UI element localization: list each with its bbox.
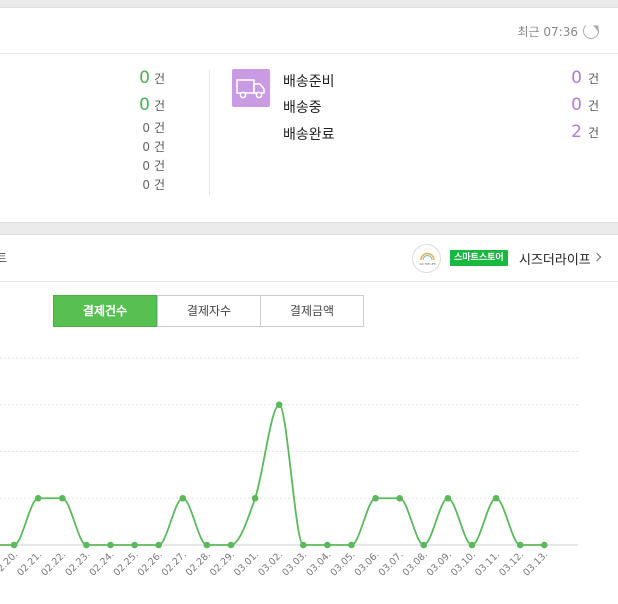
count-row[interactable]: 0 건 [120, 157, 180, 175]
count-row[interactable]: 0 건 [120, 95, 180, 115]
count-row[interactable]: 0 건 [120, 176, 180, 194]
count-value: 2 [571, 122, 582, 142]
order-status-panel: 최근 07:36 0 건 0 건 0 건 0 건 0 건 0 건 배송준비 배송… [0, 7, 618, 223]
x-tick-label: 03.09. [425, 549, 454, 578]
x-tick-label: 02.26. [136, 549, 165, 578]
data-point[interactable] [420, 541, 428, 549]
delivery-complete-count[interactable]: 2 건 [552, 122, 612, 142]
last-updated-time: 최근 07:36 [517, 25, 578, 39]
count-row[interactable]: 0 건 [120, 138, 180, 156]
count-value: 0 [142, 140, 150, 154]
data-point[interactable] [348, 541, 355, 549]
x-tick-label: 02.28. [184, 549, 213, 578]
data-point[interactable] [10, 541, 18, 549]
x-tick-label: 03.10. [449, 549, 478, 578]
data-point[interactable] [227, 541, 235, 549]
x-tick-label: 02.21. [15, 549, 44, 578]
x-tick-label: 03.06. [353, 549, 382, 578]
x-tick-label: 03.05. [328, 549, 357, 578]
data-point[interactable] [492, 494, 500, 502]
delivery-preparing-label: 배송준비 [283, 74, 335, 90]
count-unit: 건 [154, 178, 166, 192]
count-unit: 건 [154, 121, 166, 135]
delivery-shipping-count[interactable]: 0 건 [552, 95, 612, 115]
count-value: 0 [571, 95, 582, 115]
count-value: 0 [142, 178, 150, 192]
count-unit: 건 [154, 99, 166, 113]
data-point[interactable] [324, 541, 331, 549]
data-point[interactable] [372, 494, 379, 502]
x-tick-label: 03.01. [232, 549, 261, 578]
data-point[interactable] [468, 541, 476, 549]
x-tick-label: 03.13. [521, 549, 550, 578]
x-tick-label: 02.29. [208, 549, 237, 578]
data-point[interactable] [59, 494, 66, 502]
delivery-shipping-label: 배송중 [283, 100, 322, 116]
count-unit: 건 [588, 99, 600, 113]
data-point[interactable] [396, 494, 404, 502]
count-value: 0 [142, 121, 150, 135]
refresh-icon[interactable] [583, 23, 599, 39]
count-unit: 건 [588, 126, 600, 140]
x-tick-label: 02.23. [63, 549, 92, 578]
delivery-preparing-count[interactable]: 0 건 [552, 68, 612, 88]
data-point[interactable] [300, 541, 307, 549]
delivery-truck-icon [232, 69, 270, 107]
x-tick-label: 03.03. [280, 549, 309, 578]
column-divider [209, 70, 210, 195]
data-point[interactable] [107, 541, 114, 549]
x-tick-label: 02.24. [87, 549, 116, 578]
x-tick-label: 02.25. [112, 549, 141, 578]
payment-line-chart: 02.19.02.20.02.21.02.22.02.23.02.24.02.2… [0, 357, 578, 578]
x-tick-label: 03.02. [256, 549, 285, 578]
count-unit: 건 [588, 72, 600, 86]
x-tick-label: 03.08. [401, 549, 430, 578]
x-tick-label: 02.22. [39, 549, 68, 578]
count-unit: 건 [154, 140, 166, 154]
data-point[interactable] [203, 541, 211, 549]
data-point[interactable] [516, 541, 524, 549]
data-point[interactable] [251, 494, 259, 502]
stats-panel: 트 SIZ THE LIFE 스마트스토어 시즈더라이프 결제건수 결제자수 결… [0, 234, 618, 604]
data-point[interactable] [541, 541, 548, 549]
x-tick-label: 03.11. [473, 549, 502, 578]
data-point[interactable] [444, 494, 452, 502]
count-unit: 건 [154, 159, 166, 173]
series-line [0, 403, 545, 546]
data-point[interactable] [131, 541, 138, 549]
count-value: 0 [139, 68, 150, 88]
count-value: 0 [571, 68, 582, 88]
data-point[interactable] [83, 541, 90, 549]
count-unit: 건 [154, 72, 166, 86]
count-row[interactable]: 0 건 [120, 119, 180, 137]
delivery-complete-label: 배송완료 [283, 127, 335, 143]
data-point[interactable] [275, 401, 283, 409]
x-tick-label: 03.12. [497, 549, 526, 578]
x-tick-label: 03.07. [377, 549, 406, 578]
count-row[interactable]: 0 건 [120, 68, 180, 88]
panel-header: 최근 07:36 [0, 8, 618, 54]
count-value: 0 [139, 95, 150, 115]
data-point[interactable] [155, 541, 162, 549]
data-point[interactable] [34, 494, 42, 502]
x-tick-label: 03.04. [304, 549, 333, 578]
data-point[interactable] [179, 494, 187, 502]
count-value: 0 [142, 159, 150, 173]
x-tick-label: 02.27. [160, 549, 189, 578]
